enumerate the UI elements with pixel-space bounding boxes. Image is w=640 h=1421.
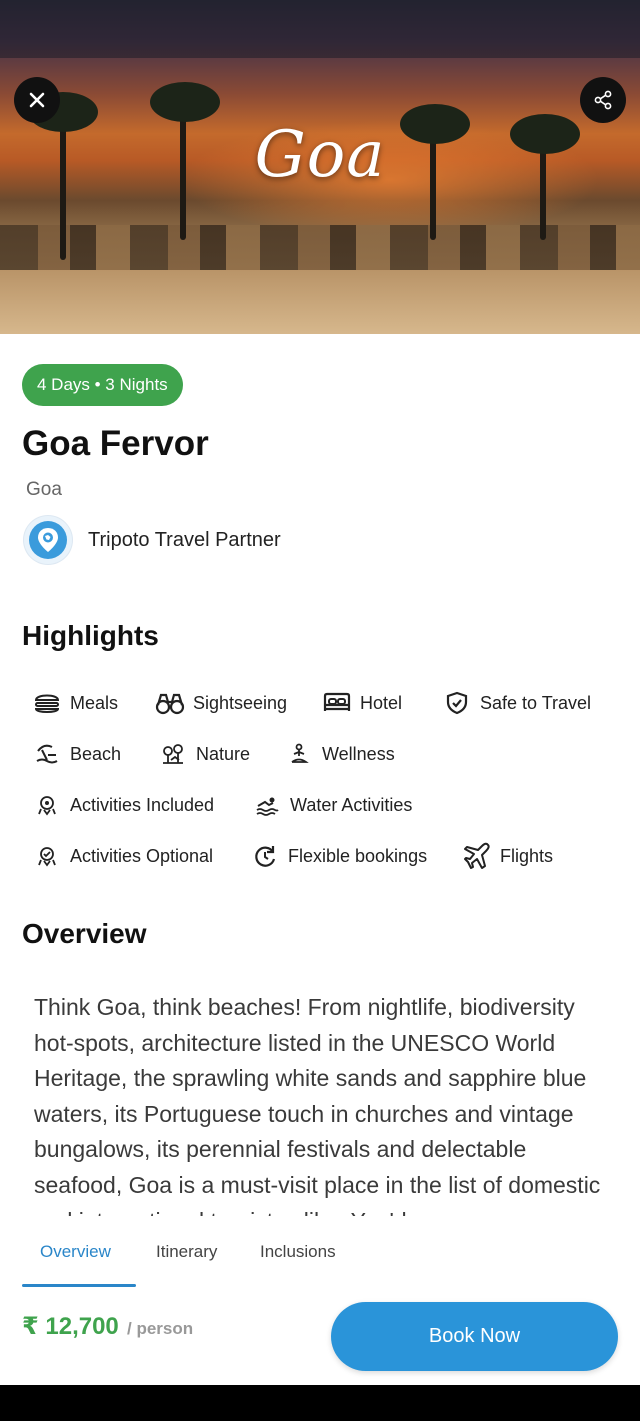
- highlight-label: Nature: [196, 743, 251, 764]
- system-navigation-bar: [0, 1385, 640, 1421]
- price-unit: / person: [127, 1319, 194, 1338]
- highlight-flexible-bookings: Flexible bookings: [250, 841, 427, 871]
- highlight-water-activities: Water Activities: [252, 790, 412, 820]
- partner-logo: [24, 516, 72, 564]
- tab-itinerary[interactable]: Itinerary: [156, 1242, 217, 1262]
- bed-icon: [322, 688, 352, 718]
- price: ₹ 12,700: [22, 1313, 119, 1340]
- highlight-hotel: Hotel: [322, 688, 402, 718]
- tab-overview[interactable]: Overview: [40, 1242, 111, 1262]
- activity-optional-icon: [32, 841, 62, 871]
- palm-leaves: [150, 82, 220, 122]
- share-button[interactable]: [580, 77, 626, 123]
- highlight-meals: Meals: [32, 688, 118, 718]
- book-now-button[interactable]: Book Now: [331, 1302, 618, 1371]
- highlight-flights: Flights: [462, 841, 553, 871]
- activity-icon: [32, 790, 62, 820]
- overview-heading: Overview: [22, 918, 147, 949]
- highlight-label: Meals: [70, 692, 119, 713]
- partner-name[interactable]: Tripoto Travel Partner: [88, 529, 281, 552]
- share-icon: [594, 90, 612, 110]
- highlight-label: Wellness: [322, 743, 395, 764]
- binoculars-icon: [155, 688, 185, 718]
- highlight-label: Water Activities: [290, 794, 413, 815]
- hero-destination-title: Goa: [254, 118, 386, 192]
- airplane-icon: [462, 841, 492, 871]
- highlight-activities-included: Activities Included: [32, 790, 214, 820]
- highlight-label: Flights: [500, 845, 554, 866]
- highlight-label: Flexible bookings: [288, 845, 428, 866]
- beach-sand: [0, 270, 640, 334]
- meditation-icon: [284, 739, 314, 769]
- hero-image: Goa: [0, 0, 640, 334]
- package-title: Goa Fervor: [22, 424, 209, 463]
- section-tabs: Overview Itinerary Inclusions: [0, 1230, 640, 1288]
- highlights-heading: Highlights: [22, 620, 159, 651]
- highlight-label: Activities Included: [70, 794, 215, 815]
- highlight-label: Safe to Travel: [480, 692, 592, 713]
- close-icon: [29, 92, 45, 108]
- highlight-label: Hotel: [360, 692, 403, 713]
- refresh-icon: [250, 841, 280, 871]
- package-location: Goa: [26, 479, 62, 500]
- swimming-icon: [252, 790, 282, 820]
- meals-icon: [32, 688, 62, 718]
- highlight-nature: Nature: [158, 739, 250, 769]
- active-tab-indicator: [22, 1284, 136, 1287]
- duration-badge: 4 Days • 3 Nights: [22, 364, 183, 406]
- status-bar-area: [0, 0, 640, 58]
- highlight-label: Beach: [70, 743, 122, 764]
- beach-icon: [32, 739, 62, 769]
- highlight-label: Activities Optional: [70, 845, 214, 866]
- highlight-beach: Beach: [32, 739, 121, 769]
- highlight-activities-optional: Activities Optional: [32, 841, 213, 871]
- close-button[interactable]: [14, 77, 60, 123]
- tab-inclusions[interactable]: Inclusions: [260, 1242, 336, 1262]
- highlight-label: Sightseeing: [193, 692, 288, 713]
- overview-text: Think Goa, think beaches! From nightlife…: [34, 994, 601, 1216]
- nature-icon: [158, 739, 188, 769]
- highlight-sightseeing: Sightseeing: [155, 688, 287, 718]
- highlight-wellness: Wellness: [284, 739, 395, 769]
- highlight-safe-to-travel: Safe to Travel: [442, 688, 591, 718]
- location-pin-icon: [29, 521, 67, 559]
- shield-check-icon: [442, 688, 472, 718]
